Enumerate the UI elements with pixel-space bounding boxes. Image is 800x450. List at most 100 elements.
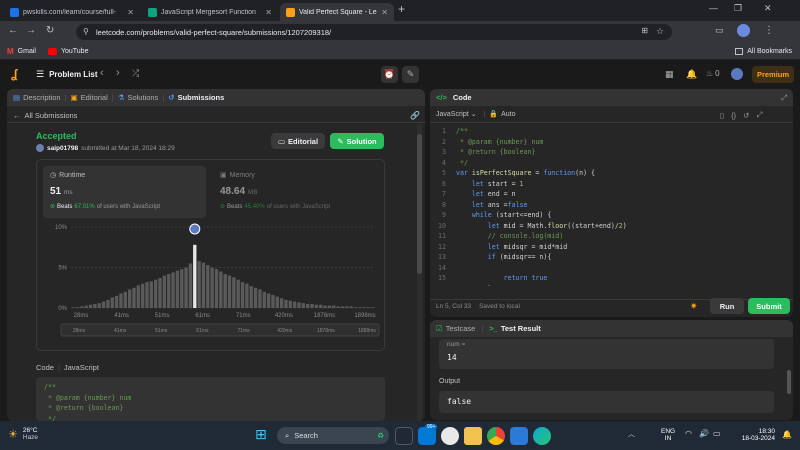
bar[interactable] [149, 281, 154, 308]
user-avatar[interactable] [731, 68, 743, 80]
shuffle-icon[interactable]: ⤮ [132, 68, 139, 79]
run-button[interactable]: Run [710, 298, 744, 314]
translate-icon[interactable]: ⊞ [641, 26, 648, 35]
bar[interactable] [175, 270, 180, 308]
leetcode-logo-icon[interactable]: ʆ [11, 67, 23, 81]
bar[interactable] [132, 287, 136, 308]
bar[interactable] [197, 261, 201, 308]
bar[interactable] [332, 305, 336, 308]
bar[interactable] [253, 287, 258, 308]
browser-tab[interactable]: JavaScript Mergesort Function ✕ [142, 3, 278, 21]
expand-icon[interactable]: ⤢ [756, 110, 762, 120]
code-line[interactable]: 10 let mid = Math.floor((start+end)/2) [430, 221, 793, 232]
site-info-icon[interactable]: ⚲ [83, 27, 89, 36]
next-problem-icon[interactable]: › [116, 67, 120, 79]
code-line[interactable]: 11 // console.log(mid) [430, 231, 793, 242]
bar[interactable] [297, 302, 301, 308]
bar[interactable] [84, 305, 88, 308]
bar[interactable] [223, 273, 227, 308]
bar[interactable] [119, 293, 123, 308]
all-bookmarks-button[interactable]: All Bookmarks [735, 47, 792, 55]
bar[interactable] [362, 307, 366, 308]
bar[interactable] [184, 267, 188, 309]
restore-icon[interactable]: ❐ [734, 3, 742, 14]
streak-counter[interactable]: ♨ 0 [706, 69, 720, 78]
bar[interactable] [240, 282, 245, 308]
bar[interactable] [271, 295, 275, 308]
bar[interactable] [71, 307, 75, 308]
bar[interactable] [93, 303, 97, 308]
tab-description[interactable]: ▤ Description [13, 93, 61, 102]
bar[interactable] [110, 297, 114, 308]
weather-widget[interactable]: ☀ 26°C Haze [8, 427, 38, 441]
bar[interactable] [323, 305, 327, 308]
layout-grid-icon[interactable]: ▦ [665, 69, 674, 80]
user-marker-icon[interactable] [189, 223, 201, 235]
scrollbar-thumb[interactable] [417, 134, 422, 274]
bar[interactable] [314, 304, 319, 308]
bar[interactable] [353, 307, 358, 308]
bar[interactable] [258, 289, 262, 308]
browser-tab-active[interactable]: Valid Perfect Square - LeetCode ✕ [280, 3, 394, 21]
bar[interactable] [136, 285, 140, 308]
bar[interactable] [279, 298, 284, 308]
tab-close-icon[interactable]: ✕ [265, 8, 272, 17]
windows-start-icon[interactable]: ⊞ [255, 427, 270, 442]
code-line[interactable]: 14 [430, 263, 793, 274]
code-line[interactable]: 7 let end = n [430, 189, 793, 200]
code-line[interactable]: 8 let ans =false [430, 200, 793, 211]
code-line[interactable]: 13 if (midsqr== n){ [430, 252, 793, 263]
bar[interactable] [167, 273, 171, 308]
bar[interactable] [101, 301, 106, 308]
new-tab-icon[interactable]: + [398, 2, 405, 16]
bar[interactable] [245, 283, 249, 308]
submit-button[interactable]: Submit [748, 298, 790, 314]
tab-close-icon[interactable]: ✕ [127, 8, 134, 17]
reload-icon[interactable]: ↻ [46, 25, 54, 36]
tab-submissions[interactable]: ↺ Submissions [168, 93, 224, 102]
code-line[interactable]: 3 * @return {boolean} [430, 147, 793, 158]
bar[interactable] [88, 304, 93, 308]
tab-close-icon[interactable]: ✕ [381, 8, 388, 17]
bar[interactable] [188, 263, 193, 308]
bar[interactable] [158, 278, 162, 308]
file-explorer-icon[interactable] [464, 427, 482, 445]
notification-bell-icon[interactable]: 🔔 [782, 430, 792, 439]
problem-list-button[interactable]: ☰ Problem List [36, 69, 98, 80]
bar[interactable] [80, 306, 84, 308]
memory-card[interactable]: ▣ Memory 48.64 MB ⊛ Beats 45.40% of user… [213, 166, 376, 218]
auto-complete-toggle[interactable]: 🔒 Auto [489, 110, 515, 119]
prev-problem-icon[interactable]: ‹ [100, 67, 104, 79]
bar[interactable] [371, 307, 375, 308]
bar[interactable] [310, 303, 314, 308]
code-line[interactable]: 6 let start = 1 [430, 179, 793, 190]
bar[interactable] [319, 304, 323, 308]
bar[interactable] [275, 296, 279, 308]
bar[interactable] [266, 293, 271, 308]
scrollbar[interactable] [417, 124, 422, 421]
code-line[interactable]: 5 var isPerfectSquare = function(n) { [430, 168, 793, 179]
bookmark-icon[interactable]: ▯ [720, 111, 724, 120]
side-panel-icon[interactable]: ▭ [715, 25, 724, 36]
language-select[interactable]: JavaScript ⌄ [436, 110, 477, 119]
timer-icon[interactable]: ⏰ [381, 66, 398, 83]
all-submissions-link[interactable]: ← All Submissions [13, 111, 77, 120]
sparkle-icon[interactable]: ✷ [690, 301, 698, 312]
bar[interactable] [345, 306, 349, 308]
chrome-icon[interactable] [487, 427, 505, 445]
runtime-distribution-chart[interactable]: 10% 5% 0% 28ms 41ms 51ms 61ms 71ms 420ms 1878ms 18… [37, 222, 386, 350]
scrollbar-thumb[interactable] [787, 370, 791, 394]
bar[interactable] [206, 265, 210, 308]
username[interactable]: saip01798 [47, 145, 78, 152]
bar[interactable] [154, 279, 158, 308]
volume-icon[interactable]: 🔊 [699, 429, 709, 438]
vscode-icon[interactable] [510, 427, 528, 445]
code-line[interactable]: 15 return true [430, 273, 793, 284]
settings-app-icon[interactable] [441, 427, 459, 445]
bar[interactable] [232, 277, 236, 308]
code-line[interactable]: 4 */ [430, 158, 793, 169]
back-icon[interactable]: ← [8, 25, 18, 36]
bar[interactable] [336, 306, 340, 308]
bar-highlight[interactable] [193, 244, 197, 308]
bar[interactable] [349, 306, 353, 308]
